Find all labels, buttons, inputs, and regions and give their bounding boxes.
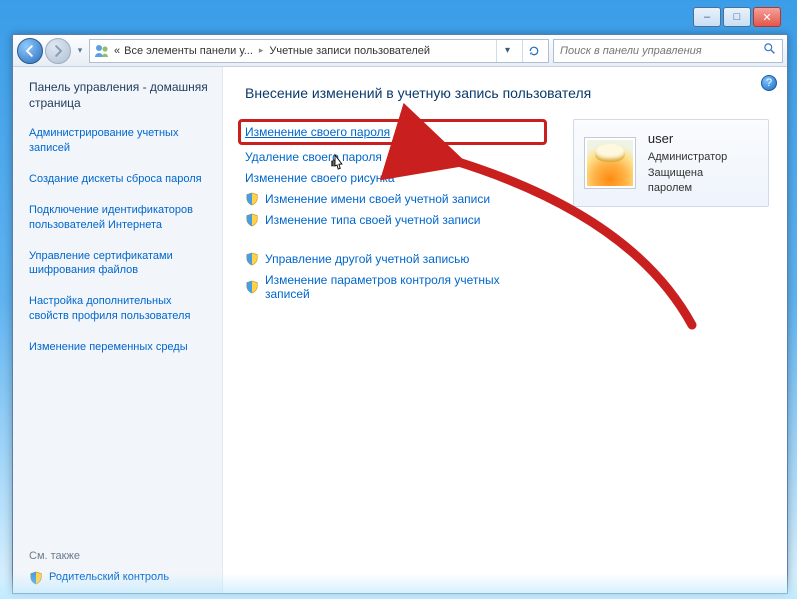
shield-icon bbox=[245, 280, 259, 294]
seealso-parental-control[interactable]: Родительский контроль bbox=[49, 570, 169, 585]
user-name: user bbox=[648, 130, 750, 148]
user-role: Администратор bbox=[648, 150, 750, 165]
close-button[interactable]: ✕ bbox=[753, 7, 781, 27]
link-uac-settings[interactable]: Изменение параметров контроля учетных за… bbox=[265, 273, 547, 301]
user-card: user Администратор Защищена паролем bbox=[573, 119, 769, 207]
sidebar-link-profile-advanced[interactable]: Настройка дополнительных свойств профиля… bbox=[29, 294, 210, 324]
back-button[interactable] bbox=[17, 38, 43, 64]
link-change-password[interactable]: Изменение своего пароля bbox=[245, 125, 390, 139]
avatar bbox=[584, 137, 636, 189]
page-title: Внесение изменений в учетную запись поль… bbox=[245, 85, 769, 101]
account-actions: Изменение своего пароля Удаление своего … bbox=[245, 119, 547, 308]
search-box[interactable] bbox=[553, 39, 783, 63]
breadcrumb-item-1[interactable]: Все элементы панели у... bbox=[124, 45, 253, 57]
sidebar-link-admin-accounts[interactable]: Администрирование учетных записей bbox=[29, 126, 210, 156]
user-info: user Администратор Защищена паролем bbox=[648, 130, 750, 196]
breadcrumb-separator[interactable]: ▸ bbox=[257, 45, 266, 56]
sidebar: Панель управления - домашняя страница Ад… bbox=[13, 67, 223, 593]
shield-icon bbox=[29, 571, 43, 585]
forward-button[interactable] bbox=[45, 38, 71, 64]
address-dropdown[interactable]: ▾ bbox=[496, 40, 518, 62]
minimize-button[interactable]: – bbox=[693, 7, 721, 27]
refresh-button[interactable] bbox=[522, 40, 544, 62]
main-content: ? Внесение изменений в учетную запись по… bbox=[223, 67, 787, 593]
maximize-button[interactable]: □ bbox=[723, 7, 751, 27]
search-input[interactable] bbox=[560, 45, 763, 57]
sidebar-link-reset-disk[interactable]: Создание дискеты сброса пароля bbox=[29, 172, 210, 187]
link-delete-password[interactable]: Удаление своего пароля bbox=[245, 150, 382, 164]
breadcrumb-prefix: « bbox=[114, 45, 120, 57]
shield-icon bbox=[245, 252, 259, 266]
user-status: Защищена паролем bbox=[648, 166, 750, 197]
link-manage-other-account[interactable]: Управление другой учетной записью bbox=[265, 252, 469, 266]
navigation-bar: ▾ « Все элементы панели у... ▸ Учетные з… bbox=[13, 35, 787, 67]
user-accounts-icon bbox=[94, 43, 110, 59]
shield-icon bbox=[245, 192, 259, 206]
sidebar-link-certificates[interactable]: Управление сертификатами шифрования файл… bbox=[29, 249, 210, 279]
help-button[interactable]: ? bbox=[761, 75, 777, 91]
breadcrumb-item-2[interactable]: Учетные записи пользователей bbox=[269, 45, 430, 57]
search-icon bbox=[763, 42, 776, 60]
sidebar-link-env-vars[interactable]: Изменение переменных среды bbox=[29, 340, 210, 355]
control-panel-window: – □ ✕ ▾ « Все элементы панели у... ▸ Уче… bbox=[12, 34, 788, 594]
sidebar-link-online-ids[interactable]: Подключение идентификаторов пользователе… bbox=[29, 203, 210, 233]
link-change-account-type[interactable]: Изменение типа своей учетной записи bbox=[265, 213, 480, 227]
link-change-account-name[interactable]: Изменение имени своей учетной записи bbox=[265, 192, 490, 206]
nav-history-dropdown[interactable]: ▾ bbox=[73, 45, 87, 56]
titlebar-buttons: – □ ✕ bbox=[693, 7, 781, 27]
shield-icon bbox=[245, 213, 259, 227]
address-bar[interactable]: « Все элементы панели у... ▸ Учетные зап… bbox=[89, 39, 549, 63]
link-change-password-highlight: Изменение своего пароля bbox=[238, 119, 547, 145]
link-change-picture[interactable]: Изменение своего рисунка bbox=[245, 171, 395, 185]
seealso-heading: См. также bbox=[29, 550, 210, 562]
sidebar-heading[interactable]: Панель управления - домашняя страница bbox=[29, 79, 210, 111]
